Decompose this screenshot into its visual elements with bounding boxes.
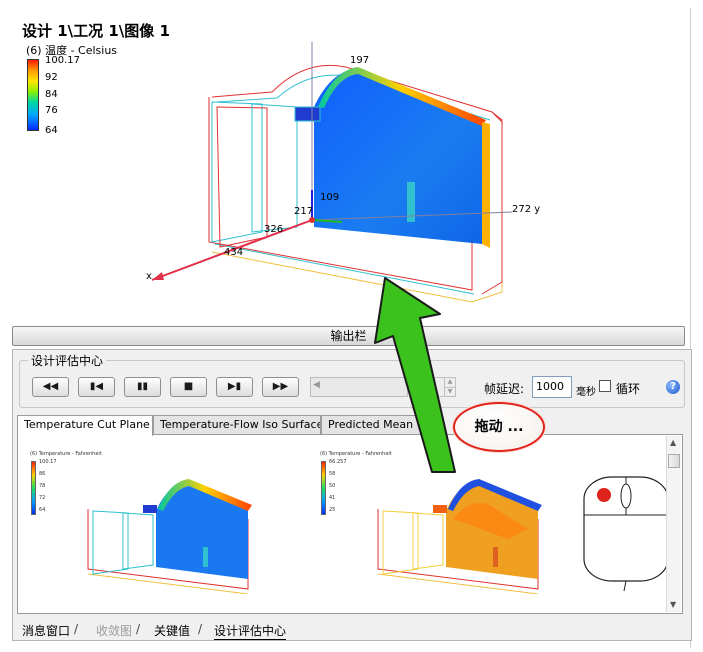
thumbnail-area: (6) Temperature - Fahrenheit 100.17 86 7… bbox=[17, 434, 683, 614]
axis-label-z: 109 bbox=[320, 192, 340, 203]
scroll-up-icon[interactable]: ▲ bbox=[670, 438, 676, 447]
thumb-legend-tick: 50 bbox=[329, 483, 336, 489]
tab-temperature-cut-plane[interactable]: Temperature Cut Plane bbox=[17, 415, 153, 436]
loop-label: 循环 bbox=[616, 382, 641, 396]
thumb-legend-tick: 78 bbox=[39, 483, 46, 489]
thumb-legend-tick: 25 bbox=[329, 507, 336, 513]
axis-label-origin: 217 bbox=[294, 206, 314, 217]
axis-label-y: 272 y bbox=[512, 204, 541, 215]
tab-predicted-mean-vote[interactable]: Predicted Mean Vote bbox=[321, 415, 429, 435]
frame-delay-input[interactable]: 1000 bbox=[532, 376, 572, 398]
tab-critical-values[interactable]: 关键值 bbox=[154, 622, 190, 639]
step-back-button[interactable]: ▮◀ bbox=[78, 377, 115, 397]
group-title: 设计评估中心 bbox=[28, 352, 107, 369]
thumb-legend-tick: 58 bbox=[329, 471, 336, 477]
loop-checkbox[interactable] bbox=[599, 380, 611, 392]
scroll-thumb[interactable] bbox=[668, 454, 680, 468]
axis-letter-x: x bbox=[146, 271, 152, 282]
mouse-icon bbox=[583, 476, 669, 592]
design-review-panel: 设计评估中心 ◀◀ ▮◀ ▮▮ ■ ▶▮ ▶▶ ◀ ▲ ▼ 帧延迟: 1000 … bbox=[12, 349, 692, 641]
thumb-model-cool bbox=[87, 479, 252, 594]
thumb-model-warm bbox=[377, 479, 542, 594]
thumbnail-cool[interactable]: (6) Temperature - Fahrenheit 100.17 86 7… bbox=[28, 449, 268, 599]
thumb-legend-tick: 64 bbox=[39, 507, 46, 513]
milliseconds-label: 毫秒 bbox=[576, 387, 596, 398]
spin-down-icon[interactable]: ▼ bbox=[444, 387, 455, 396]
output-bar[interactable]: 输出栏 bbox=[12, 326, 685, 346]
thumb-legend-title: (6) Temperature - Fahrenheit bbox=[320, 451, 392, 457]
tab-separator: / bbox=[74, 622, 79, 636]
drag-callout: 拖动 ... bbox=[453, 402, 545, 452]
axis-label-depth: 326 bbox=[264, 224, 284, 235]
help-icon[interactable]: ? bbox=[666, 380, 680, 394]
rewind-button[interactable]: ◀◀ bbox=[32, 377, 69, 397]
playback-group: 设计评估中心 ◀◀ ▮◀ ▮▮ ■ ▶▮ ▶▶ ◀ ▲ ▼ 帧延迟: 1000 … bbox=[19, 352, 685, 408]
stop-button[interactable]: ■ bbox=[170, 377, 207, 397]
thumbnail-warm[interactable]: (6) Temperature - Fahrenheit 66.257 58 5… bbox=[318, 449, 558, 599]
spin-up-icon[interactable]: ▲ bbox=[444, 378, 455, 387]
pause-button[interactable]: ▮▮ bbox=[124, 377, 161, 397]
fast-forward-button[interactable]: ▶▶ bbox=[262, 377, 299, 397]
thumb-legend-tick: 86 bbox=[39, 471, 46, 477]
tab-message-window[interactable]: 消息窗口 bbox=[22, 622, 70, 639]
frame-spinner[interactable]: ▲ ▼ bbox=[416, 377, 456, 397]
tab-separator: / bbox=[136, 622, 141, 636]
axis-label-top: 197 bbox=[350, 55, 370, 66]
frame-delay-label: 帧延迟: bbox=[484, 382, 525, 396]
thumb-legend-bar bbox=[321, 461, 326, 515]
thumb-legend-tick: 66.257 bbox=[329, 459, 347, 465]
graphics-viewport[interactable]: 设计 1\工况 1\图像 1 (6) 温度 - Celsius 100.17 9… bbox=[12, 12, 692, 322]
slider-left-icon: ◀ bbox=[313, 380, 320, 390]
frame-slider[interactable]: ◀ bbox=[310, 377, 408, 397]
tab-separator: / bbox=[198, 622, 203, 636]
bottom-window-tabs: 消息窗口 / 收敛图 / 关键值 / 设计评估中心 bbox=[12, 622, 692, 640]
axis-label-x: 434 bbox=[224, 247, 244, 258]
thumb-legend-tick: 41 bbox=[329, 495, 336, 501]
thumb-legend-tick: 72 bbox=[39, 495, 46, 501]
tab-design-review-center[interactable]: 设计评估中心 bbox=[214, 622, 287, 640]
step-forward-button[interactable]: ▶▮ bbox=[216, 377, 253, 397]
thumb-legend-title: (6) Temperature - Fahrenheit bbox=[30, 451, 102, 457]
thumb-legend-bar bbox=[31, 461, 36, 515]
tab-convergence-plot[interactable]: 收敛图 bbox=[96, 622, 132, 639]
tab-temperature-flow-iso-surface[interactable]: Temperature-Flow Iso Surface bbox=[153, 415, 321, 435]
thumbnail-scrollbar[interactable]: ▲ ▼ bbox=[666, 436, 681, 612]
scroll-down-icon[interactable]: ▼ bbox=[670, 600, 676, 609]
thumb-legend-tick: 100.17 bbox=[39, 459, 57, 465]
